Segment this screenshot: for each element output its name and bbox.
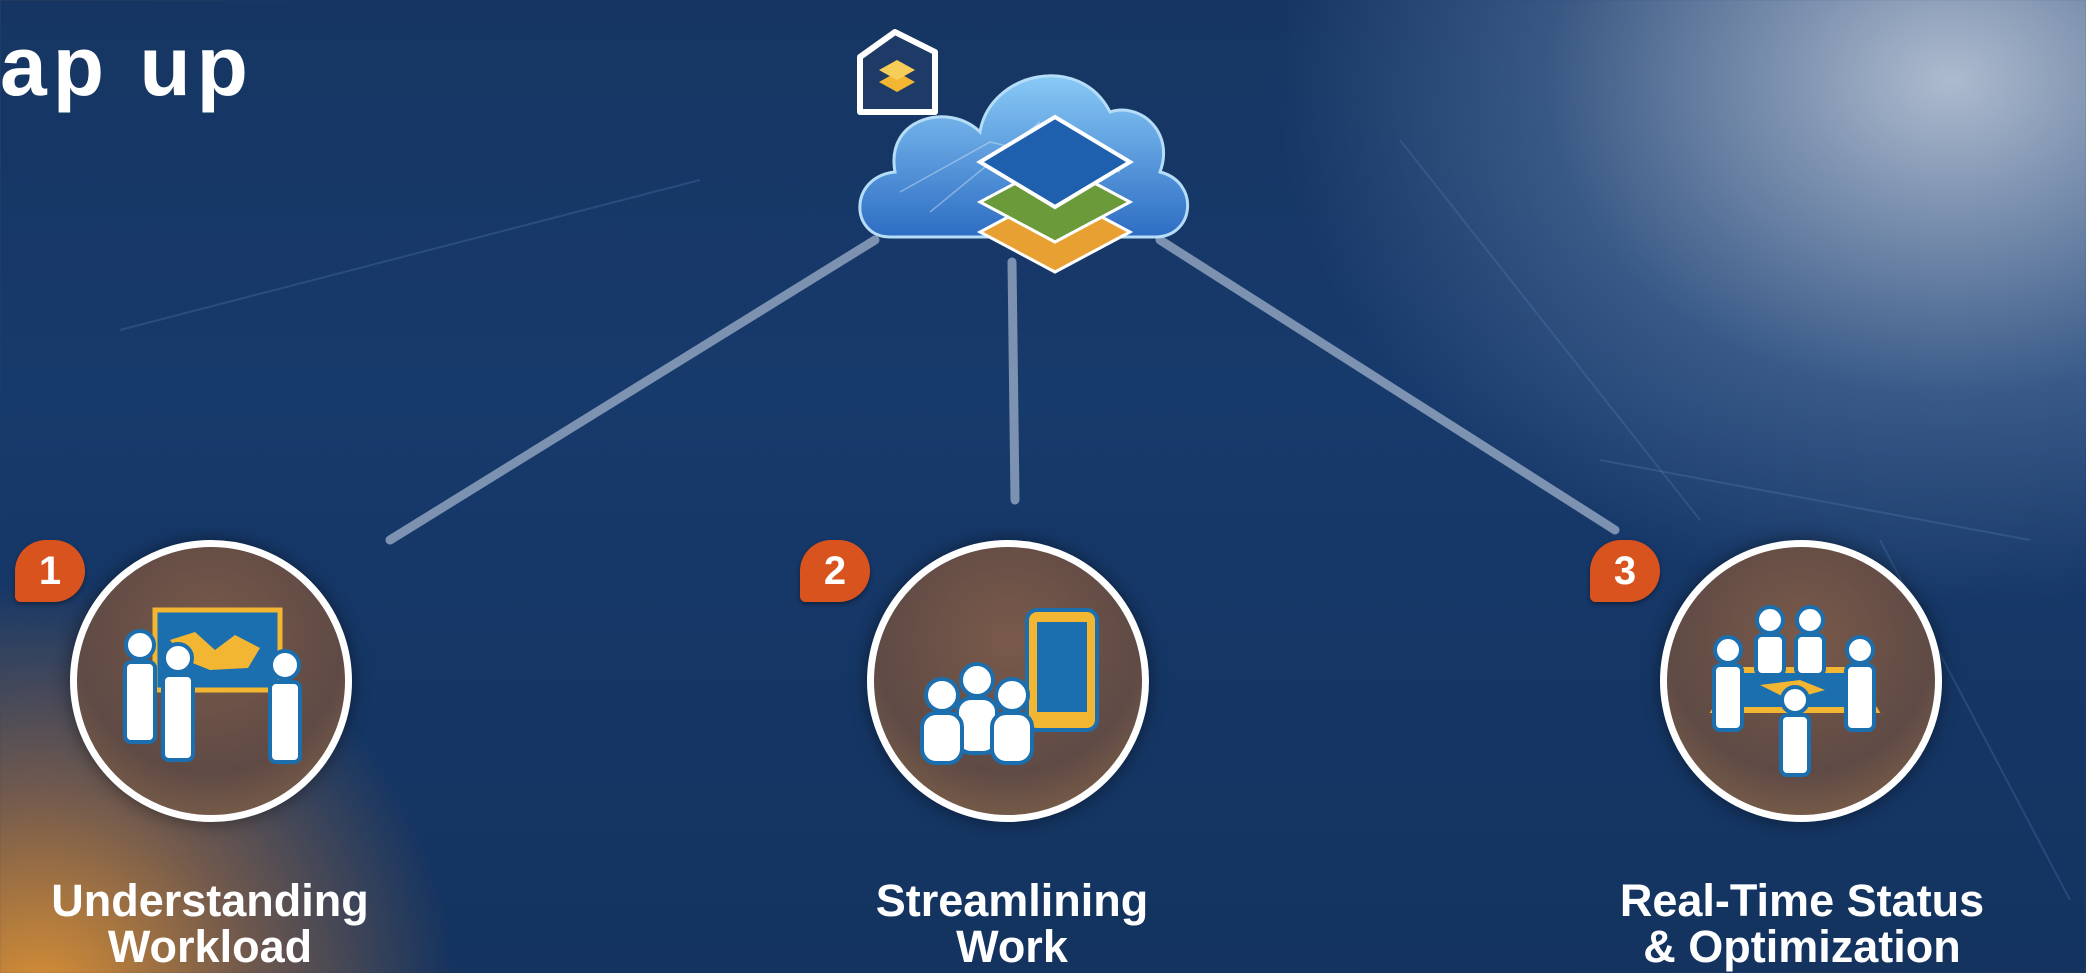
item-label-line1: Understanding: [51, 875, 369, 926]
people-around-table-icon: [1709, 605, 1881, 777]
list-item: 1 Understanding Workload: [0, 540, 450, 970]
step-number-badge: 2: [800, 540, 870, 602]
people-mobile-device-icon: [920, 608, 1099, 765]
list-item: 2 Streamlining Work: [785, 540, 1245, 970]
people-map-board-icon: [123, 607, 302, 764]
list-item: 3 Real-Time Status & Optimization: [1590, 540, 2050, 970]
item-label-line1: Streamlining: [875, 875, 1149, 926]
item-label-line2: Workload: [107, 921, 313, 972]
step-number-badge: 1: [15, 540, 85, 602]
item-label-line2: & Optimization: [1643, 921, 1961, 972]
item-label-line1: Real-Time Status: [1619, 875, 1985, 926]
item-label-line2: Work: [956, 921, 1068, 972]
step-number-badge: 3: [1590, 540, 1660, 602]
cloud-gis-icon: [857, 29, 1189, 274]
